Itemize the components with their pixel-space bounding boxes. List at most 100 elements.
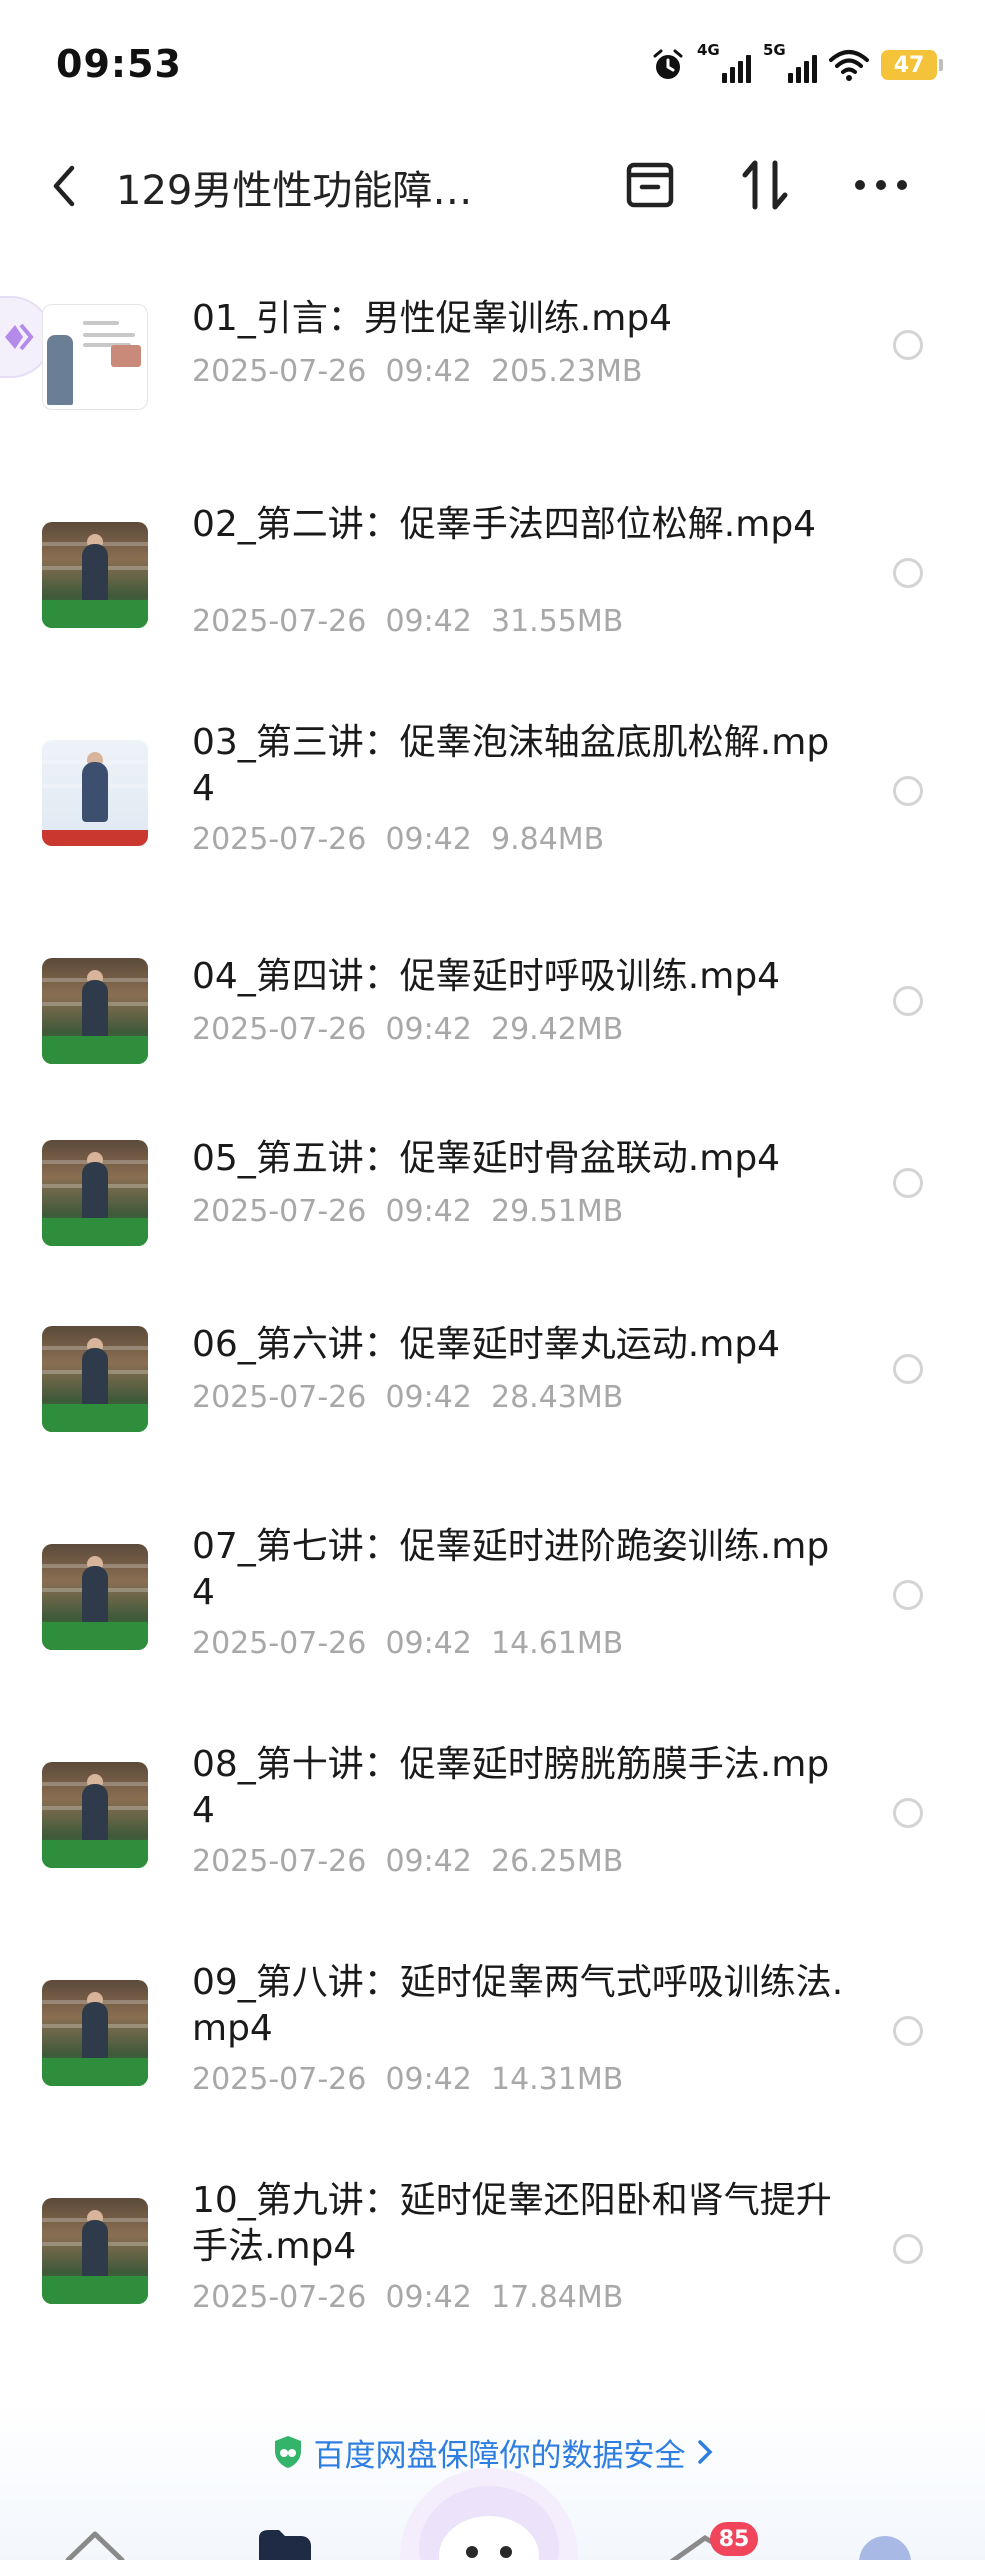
file-name: 05_第五讲：促睾延时骨盆联动.mp4 [192,1138,781,1179]
video-thumbnail [42,958,148,1064]
sort-button[interactable] [730,150,800,220]
archive-icon [626,162,674,208]
file-meta: 2025-07-26 09:42 31.55MB [192,604,623,639]
file-time: 09:42 [385,1626,472,1661]
file-date: 2025-07-26 [192,1012,367,1047]
select-radio[interactable] [893,776,923,806]
file-date: 2025-07-26 [192,1194,367,1229]
signal-4g-label: 4G [697,41,720,59]
file-date: 2025-07-26 [192,2280,367,2315]
file-date: 2025-07-26 [192,1626,367,1661]
signal-5g-label: 5G [763,41,786,59]
video-thumbnail [42,1326,148,1432]
wifi-icon [829,50,869,81]
file-date: 2025-07-26 [192,1844,367,1879]
file-date: 2025-07-26 [192,354,367,389]
file-name: 08_第十讲：促睾延时膀胱筋膜手法.mp4 [192,1744,830,1831]
file-row[interactable]: 01_引言：男性促睾训练.mp4 2025-07-26 09:42 205.23M… [0,260,985,470]
alarm-icon [653,49,683,79]
video-thumbnail [42,522,148,628]
file-row[interactable]: 05_第五讲：促睾延时骨盆联动.mp4 2025-07-26 09:42 29.5… [0,1096,985,1306]
file-time: 09:42 [385,1380,472,1415]
file-row[interactable]: 04_第四讲：促睾延时呼吸训练.mp4 2025-07-26 09:42 29.4… [0,914,985,1124]
chevron-right-icon [697,2440,712,2464]
home-tab-icon[interactable] [60,2522,130,2560]
files-tab-icon[interactable] [255,2522,315,2560]
file-name: 09_第八讲：延时促睾两气式呼吸训练法.mp4 [192,1962,844,2049]
back-button[interactable] [40,156,90,216]
file-size: 17.84MB [490,2280,624,2315]
folder-title: 129男性性功能障… [116,168,473,214]
file-meta: 2025-07-26 09:42 28.43MB [192,1380,623,1415]
select-radio[interactable] [893,558,923,588]
video-thumbnail [42,740,148,846]
more-icon [855,180,907,190]
file-time: 09:42 [385,2280,472,2315]
video-thumbnail [42,2198,148,2304]
file-name: 06_第六讲：促睾延时睾丸运动.mp4 [192,1324,781,1365]
file-time: 09:42 [385,1012,472,1047]
file-meta: 2025-07-26 09:42 9.84MB [192,822,604,857]
notification-badge: 85 [710,2522,758,2556]
file-meta: 2025-07-26 09:42 26.25MB [192,1844,623,1879]
file-size: 205.23MB [490,354,643,389]
select-radio[interactable] [893,330,923,360]
signal-5g-icon: 5G [763,41,817,85]
file-date: 2025-07-26 [192,2062,367,2097]
file-name: 01_引言：男性促睾训练.mp4 [192,298,673,339]
file-size: 9.84MB [490,822,605,857]
select-radio[interactable] [893,986,923,1016]
file-time: 09:42 [385,604,472,639]
select-radio[interactable] [893,1168,923,1198]
select-radio[interactable] [893,1798,923,1828]
top-nav: 129男性性功能障… [0,130,985,250]
more-button[interactable] [846,150,916,220]
file-name: 04_第四讲：促睾延时呼吸训练.mp4 [192,956,781,997]
file-meta: 2025-07-26 09:42 14.61MB [192,1626,623,1661]
file-size: 28.43MB [490,1380,624,1415]
file-name: 02_第二讲：促睾手法四部位松解.mp4 [192,504,817,545]
file-row[interactable]: 10_第九讲：延时促睾还阳卧和肾气提升手法.mp4 2025-07-26 09:4… [0,2154,985,2364]
file-size: 14.31MB [490,2062,624,2097]
file-name: 07_第七讲：促睾延时进阶跪姿训练.mp4 [192,1526,830,1613]
file-row[interactable]: 09_第八讲：延时促睾两气式呼吸训练法.mp4 2025-07-26 09:42 … [0,1936,985,2146]
file-row[interactable]: 08_第十讲：促睾延时膀胱筋膜手法.mp4 2025-07-26 09:42 26… [0,1718,985,1928]
file-meta: 2025-07-26 09:42 29.51MB [192,1194,623,1229]
signal-4g-icon: 4G [697,41,751,85]
file-time: 09:42 [385,1844,472,1879]
chevron-left-icon [53,165,75,207]
select-radio[interactable] [893,2016,923,2046]
file-time: 09:42 [385,1194,472,1229]
shield-icon [274,2436,301,2468]
video-thumbnail [42,304,148,410]
archive-button[interactable] [615,150,685,220]
status-time: 09:53 [56,42,182,86]
select-radio[interactable] [893,1580,923,1610]
battery-indicator: 47 [881,50,943,80]
file-name: 10_第九讲：延时促睾还阳卧和肾气提升手法.mp4 [192,2180,832,2267]
select-radio[interactable] [893,1354,923,1384]
file-browser-screen: 09:53 4G 5G 47 129男性性功能障… 01_引言：男性促睾训练.m… [0,0,985,2560]
file-time: 09:42 [385,822,472,857]
file-meta: 2025-07-26 09:42 29.42MB [192,1012,623,1047]
profile-tab-icon[interactable] [855,2522,915,2560]
file-meta: 2025-07-26 09:42 14.31MB [192,2062,623,2097]
battery-level: 47 [893,52,925,78]
file-size: 29.51MB [490,1194,624,1229]
status-bar: 09:53 4G 5G 47 [0,0,985,130]
file-size: 26.25MB [490,1844,624,1879]
select-radio[interactable] [893,2234,923,2264]
file-row[interactable]: 07_第七讲：促睾延时进阶跪姿训练.mp4 2025-07-26 09:42 14… [0,1500,985,1710]
status-icons: 4G 5G 47 [651,41,943,86]
video-thumbnail [42,1762,148,1868]
file-row[interactable]: 03_第三讲：促睾泡沫轴盆底肌松解.mp4 2025-07-26 09:42 9.… [0,696,985,906]
video-thumbnail [42,1544,148,1650]
file-time: 09:42 [385,354,472,389]
video-thumbnail [42,1980,148,2086]
file-date: 2025-07-26 [192,822,367,857]
file-size: 31.55MB [490,604,624,639]
file-row[interactable]: 06_第六讲：促睾延时睾丸运动.mp4 2025-07-26 09:42 28.4… [0,1282,985,1492]
file-row[interactable]: 02_第二讲：促睾手法四部位松解.mp4 2025-07-26 09:42 31.… [0,478,985,688]
file-time: 09:42 [385,2062,472,2097]
file-date: 2025-07-26 [192,604,367,639]
